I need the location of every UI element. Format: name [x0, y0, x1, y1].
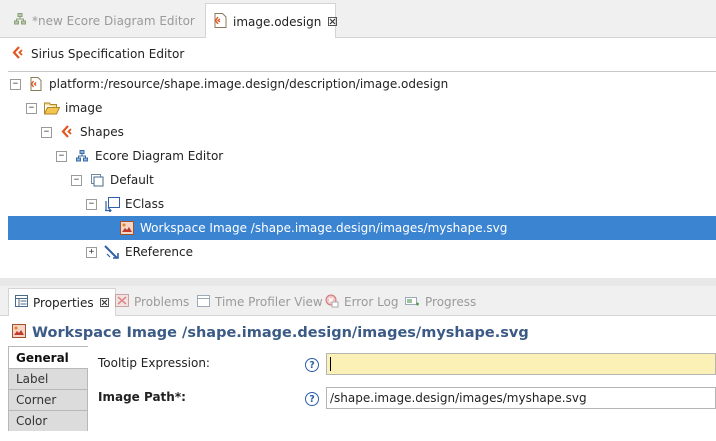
- tab-time-profiler-view[interactable]: Time Profiler View: [197, 288, 323, 316]
- tab-progress[interactable]: Progress: [405, 288, 476, 316]
- tree-item-label: Workspace Image /shape.image.design/imag…: [140, 221, 508, 235]
- tab-image-odesign[interactable]: image.odesign: [205, 3, 338, 39]
- diagram-icon: [14, 13, 26, 28]
- collapse-toggle[interactable]: −: [26, 102, 37, 114]
- image-path-field[interactable]: /shape.image.design/images/myshape.svg: [326, 387, 716, 409]
- properties-title-label: Workspace Image /shape.image.design/imag…: [32, 325, 529, 341]
- tab-properties[interactable]: Properties: [8, 288, 116, 316]
- tree-item-label: image: [65, 101, 103, 115]
- collapse-toggle[interactable]: −: [71, 174, 82, 186]
- tree-item-label: platform:/resource/shape.image.design/de…: [49, 77, 449, 91]
- sash[interactable]: [0, 278, 716, 286]
- view-tab-bar: Properties Problems Time Profiler View E…: [0, 286, 716, 316]
- tab-label: *new Ecore Diagram Editor: [32, 13, 195, 28]
- time-profiler-icon: [197, 294, 210, 310]
- tree-item-image[interactable]: − image: [8, 96, 716, 120]
- property-tabs: General Label Corner Color: [8, 346, 88, 431]
- collapse-toggle[interactable]: −: [56, 150, 67, 162]
- tab-problems[interactable]: Problems: [115, 288, 189, 316]
- tree-item-label: Default: [110, 173, 154, 187]
- collapse-toggle[interactable]: −: [10, 78, 21, 90]
- tree-item-shapes[interactable]: − Shapes: [8, 120, 716, 144]
- properties-view: Workspace Image /shape.image.design/imag…: [0, 316, 716, 441]
- property-tab-color[interactable]: Color: [8, 410, 88, 431]
- viewpoint-icon: [59, 124, 75, 140]
- workspace-image-icon: [119, 220, 135, 236]
- properties-icon: [15, 295, 28, 310]
- error-log-icon: [325, 294, 339, 311]
- tab-error-log[interactable]: Error Log: [325, 288, 399, 316]
- diagram-icon: [74, 148, 90, 164]
- tree-item-ereference[interactable]: + EReference: [8, 240, 716, 264]
- workspace-image-icon: [12, 324, 26, 342]
- tree-item-ecore-diagram-editor[interactable]: − Ecore Diagram Editor: [8, 144, 716, 168]
- expand-toggle[interactable]: +: [86, 246, 97, 258]
- property-tab-corner[interactable]: Corner: [8, 389, 88, 410]
- tab-label: image.odesign: [233, 14, 322, 29]
- odesign-file-icon: [214, 12, 227, 31]
- tree-item-label: EClass: [125, 197, 165, 211]
- problems-icon: [115, 294, 129, 310]
- collapse-toggle[interactable]: −: [86, 198, 97, 210]
- tree-item-label: EReference: [125, 245, 194, 259]
- tree-item-label: Ecore Diagram Editor: [95, 149, 224, 163]
- help-icon[interactable]: ?: [305, 392, 319, 406]
- close-icon[interactable]: [328, 15, 338, 29]
- property-tab-label[interactable]: Label: [8, 368, 88, 389]
- tooltip-expression-field[interactable]: [326, 353, 716, 375]
- tree-item-resource[interactable]: − platform:/resource/shape.image.design/…: [8, 72, 716, 96]
- tab-label: Progress: [425, 295, 477, 309]
- tab-label: Error Log: [344, 295, 399, 309]
- property-tab-general[interactable]: General: [8, 346, 88, 368]
- layer-icon: [89, 172, 105, 188]
- tab-new-ecore-diagram-editor[interactable]: *new Ecore Diagram Editor: [0, 3, 204, 38]
- tree-item-default[interactable]: − Default: [8, 168, 716, 192]
- text-caret: [330, 357, 331, 371]
- tree-item-label: Shapes: [80, 125, 124, 139]
- editor-title: Sirius Specification Editor: [12, 44, 184, 64]
- close-icon[interactable]: [99, 296, 109, 310]
- editor-tab-bar: *new Ecore Diagram Editor image.odesign: [0, 0, 716, 39]
- image-path-label: Image Path*:: [98, 390, 186, 404]
- tooltip-expression-label: Tooltip Expression:: [98, 356, 210, 370]
- sirius-icon: [12, 45, 25, 63]
- tree-item-workspace-image[interactable]: Workspace Image /shape.image.design/imag…: [8, 216, 716, 240]
- tab-label: Time Profiler View: [215, 295, 323, 309]
- tab-label: Properties: [33, 295, 94, 310]
- resource-file-icon: [28, 76, 44, 92]
- properties-title: Workspace Image /shape.image.design/imag…: [12, 322, 529, 344]
- sirius-specification-editor: Sirius Specification Editor − platform:/…: [0, 38, 716, 278]
- image-path-value: /shape.image.design/images/myshape.svg: [330, 391, 587, 405]
- progress-icon: [405, 295, 420, 310]
- collapse-toggle[interactable]: −: [41, 126, 52, 138]
- edge-mapping-icon: [104, 244, 120, 260]
- help-icon[interactable]: ?: [305, 358, 319, 372]
- folder-open-icon: [44, 100, 60, 116]
- tree-item-eclass[interactable]: − EClass: [8, 192, 716, 216]
- editor-title-label: Sirius Specification Editor: [31, 47, 185, 61]
- node-mapping-icon: [104, 196, 120, 212]
- tab-label: Problems: [134, 295, 190, 309]
